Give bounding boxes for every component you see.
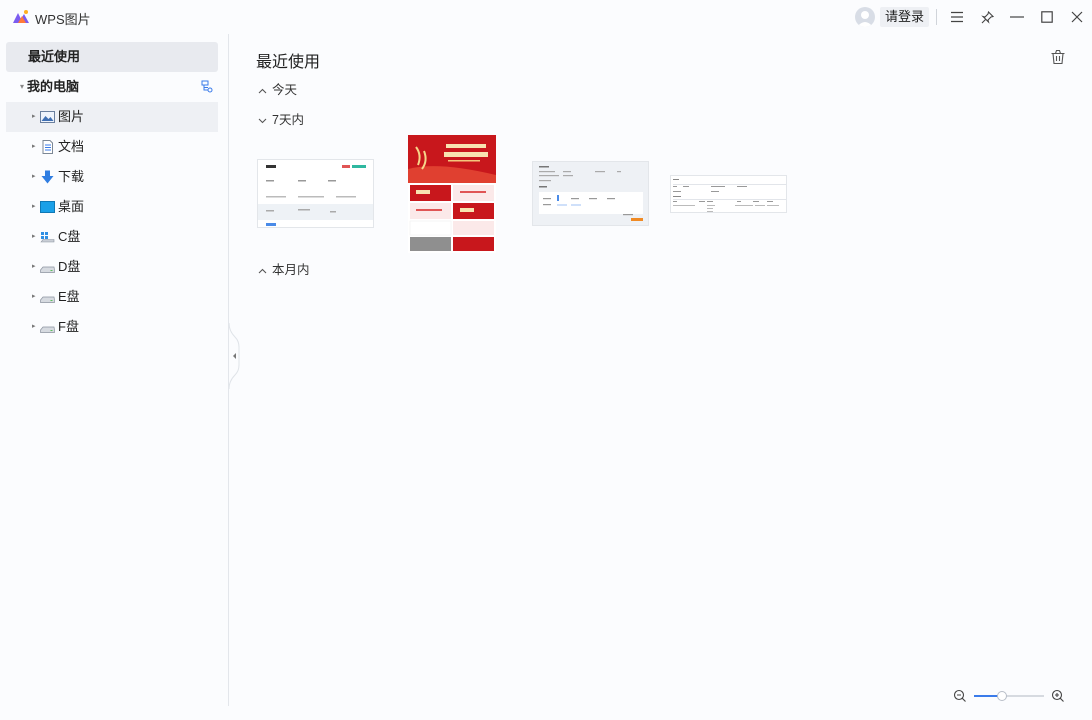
pin-icon[interactable] <box>977 7 997 27</box>
thumbnail-image[interactable] <box>257 159 374 228</box>
group-label: 7天内 <box>272 113 304 127</box>
sidebar-item-label: 文档 <box>58 139 85 154</box>
group-today-header[interactable]: 今天 <box>258 81 297 99</box>
sidebar-item-label: D盘 <box>58 259 81 274</box>
expand-caret-icon[interactable]: ▸ <box>32 102 36 132</box>
title-bar-divider <box>936 9 937 25</box>
expand-caret-icon[interactable]: ▸ <box>32 252 36 282</box>
login-button[interactable]: 请登录 <box>880 7 930 27</box>
sidebar-item-downloads[interactable]: ▸ 下载 <box>6 162 218 192</box>
chevron-up-icon <box>258 263 270 281</box>
expand-caret-icon[interactable]: ▸ <box>32 222 36 252</box>
drive-icon <box>40 266 55 273</box>
expand-caret-icon[interactable]: ▸ <box>32 312 36 342</box>
group-7days-header[interactable]: 7天内 <box>258 111 304 129</box>
close-icon[interactable] <box>1067 7 1087 27</box>
sidebar: 最近使用 ▾ 我的电脑 ▸ 图片 ▸ 文档 ▸ 下载 ▸ 桌面 ▸ C盘 ▸ D… <box>0 34 229 706</box>
group-label: 今天 <box>272 83 298 97</box>
trash-icon[interactable] <box>1050 49 1066 65</box>
sidebar-item-label: 我的电脑 <box>27 79 80 94</box>
user-avatar-icon <box>857 11 873 27</box>
user-avatar[interactable] <box>855 7 875 27</box>
page-title: 最近使用 <box>256 54 321 71</box>
thumbnail-image[interactable] <box>408 135 496 253</box>
sidebar-item-pictures[interactable]: ▸ 图片 <box>6 102 218 132</box>
drive-icon <box>40 296 55 303</box>
drive-icon <box>40 326 55 333</box>
sidebar-item-my-computer[interactable]: ▾ 我的电脑 <box>6 72 218 102</box>
pictures-folder-icon <box>40 111 55 123</box>
thumbnail-image[interactable] <box>532 161 649 226</box>
app-title: WPS图片 <box>35 12 91 27</box>
sidebar-item-documents[interactable]: ▸ 文档 <box>6 132 218 162</box>
expand-caret-icon[interactable]: ▸ <box>32 132 36 162</box>
thumbnail-image[interactable] <box>670 175 787 213</box>
zoom-slider[interactable] <box>974 691 1044 701</box>
sidebar-item-drive-e[interactable]: ▸ E盘 <box>6 282 218 312</box>
expand-caret-icon[interactable]: ▸ <box>32 282 36 312</box>
sidebar-item-label: 桌面 <box>58 199 85 214</box>
sidebar-item-label: E盘 <box>58 289 80 304</box>
title-bar: WPS图片 请登录 <box>0 0 1092 34</box>
group-this-month-header[interactable]: 本月内 <box>258 261 310 279</box>
sidebar-item-label: F盘 <box>58 319 79 334</box>
sidebar-item-label: 图片 <box>58 109 85 124</box>
chevron-down-icon <box>258 113 270 131</box>
tree-view-icon[interactable] <box>201 80 213 93</box>
thumbnail-preview <box>533 162 648 225</box>
thumbnail-preview <box>671 176 786 212</box>
sidebar-item-label: C盘 <box>58 229 81 244</box>
sidebar-item-drive-f[interactable]: ▸ F盘 <box>6 312 218 342</box>
zoom-slider-handle[interactable] <box>997 691 1007 701</box>
chevron-up-icon <box>258 83 270 101</box>
desktop-folder-icon <box>40 201 55 213</box>
expand-caret-icon[interactable]: ▾ <box>20 72 24 102</box>
main-content: 最近使用 今天 7天内 本月内 <box>230 34 1092 706</box>
thumbnail-preview <box>408 135 496 253</box>
sidebar-item-drive-c[interactable]: ▸ C盘 <box>6 222 218 252</box>
zoom-in-icon[interactable] <box>1051 689 1065 703</box>
wps-picture-logo-icon <box>13 10 29 23</box>
thumbnail-preview <box>258 160 373 227</box>
expand-caret-icon[interactable]: ▸ <box>32 162 36 192</box>
sidebar-item-desktop[interactable]: ▸ 桌面 <box>6 192 218 222</box>
menu-icon[interactable] <box>947 7 967 27</box>
maximize-icon[interactable] <box>1037 7 1057 27</box>
sidebar-item-recent[interactable]: 最近使用 <box>6 42 218 72</box>
system-drive-icon <box>40 232 55 243</box>
documents-folder-icon <box>42 140 53 154</box>
download-folder-icon <box>41 170 54 184</box>
minimize-icon[interactable] <box>1007 7 1027 27</box>
sidebar-item-drive-d[interactable]: ▸ D盘 <box>6 252 218 282</box>
expand-caret-icon[interactable]: ▸ <box>32 192 36 222</box>
zoom-out-icon[interactable] <box>953 689 967 703</box>
group-label: 本月内 <box>272 263 310 277</box>
sidebar-item-label: 下载 <box>58 169 85 184</box>
